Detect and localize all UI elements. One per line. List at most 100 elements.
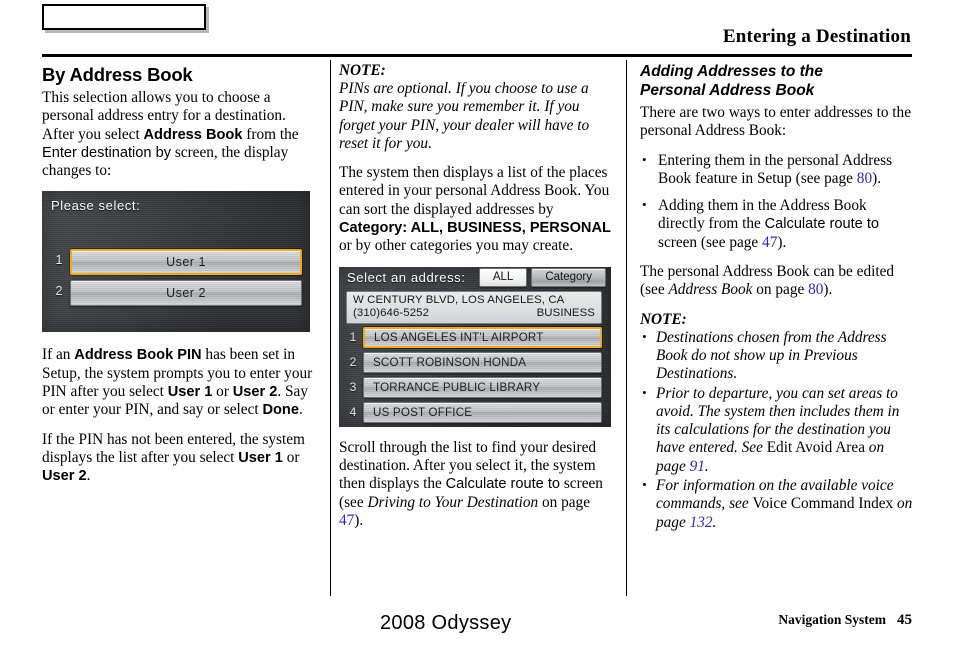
column-left: By Address Book This selection allows yo… [42,62,314,497]
note-body-pins-optional: PINs are optional. If you choose to use … [339,80,590,152]
text-run: If an [42,346,75,364]
address-row-4[interactable]: 4 US POST OFFICE [346,401,602,423]
nav-screen-title: Please select: [51,198,141,214]
ui-term-address-book: Address Book [143,126,243,143]
ui-term-user-1: User 1 [167,384,213,401]
list-item: Prior to departure, you can set areas to… [640,384,914,476]
filter-all-button[interactable]: ALL [478,268,528,288]
user-1-label: User 1 [166,255,206,270]
paragraph-pin-set: If an Address Book PIN has been set in S… [42,346,314,419]
ui-term-user-1: User 1 [238,449,283,466]
row-number: 1 [55,253,63,268]
page-reference-91[interactable]: 91 [690,458,705,475]
user-row-1[interactable]: 1 User 1 [50,249,302,276]
text-run: . [704,457,709,475]
user-1-button[interactable]: User 1 [70,249,302,276]
text-run: or by other categories you may create. [339,237,574,255]
address-item-label: LOS ANGELES INT'L AIRPORT [374,330,544,344]
reference-address-book: Address Book [668,281,753,299]
list-item: Entering them in the personal Address Bo… [640,151,914,189]
row-number: 2 [55,284,63,299]
text-run: ). [777,233,787,251]
column-middle: NOTE: PINs are optional. If you choose t… [339,62,613,541]
address-detail-street: W CENTURY BLVD, LOS ANGELES, CA [353,293,565,306]
text-run: The system then displays a list of the p… [339,164,610,218]
address-item-button[interactable]: SCOTT ROBINSON HONDA [363,351,602,373]
ui-term-enter-destination-by: Enter destination by [42,144,171,161]
footer-page-number: 45 [897,612,912,628]
nav-screenshot-address-list: Select an address: ALL Category W CENTUR… [339,266,611,427]
page-reference-80[interactable]: 80 [857,170,872,187]
address-detail-phone: (310)646-5252 [353,306,430,319]
ui-term-calculate-route-to: Calculate route to [764,216,880,233]
chapter-tab-box [42,4,206,30]
ui-term-address-book-pin: Address Book PIN [74,347,202,364]
nav-screenshot-user-select: Please select: 1 User 1 2 User 2 [42,191,310,333]
address-item-button[interactable]: TORRANCE PUBLIC LIBRARY [363,376,602,398]
text-run: ). [823,281,833,299]
paragraph-address-book-editable: The personal Address Book can be edited … [640,263,914,300]
user-row-2[interactable]: 2 User 2 [50,280,302,307]
footer-system-label: Navigation System [778,612,886,627]
page-title: Entering a Destination [722,26,911,47]
address-row-3[interactable]: 3 TORRANCE PUBLIC LIBRARY [346,376,602,398]
text-run: . [712,513,717,531]
address-item-button[interactable]: LOS ANGELES INT'L AIRPORT [363,326,602,348]
paragraph-address-book-intro: This selection allows you to choose a pe… [42,89,314,180]
text-run: from the [242,125,299,143]
heading-line-2: Personal Address Book [640,82,815,99]
column-divider-2 [626,60,627,596]
address-item-label: SCOTT ROBINSON HONDA [373,355,527,369]
text-run: or [282,448,300,466]
address-item-button[interactable]: US POST OFFICE [363,401,602,423]
column-right: Adding Addresses to the Personal Address… [640,62,914,543]
page-reference-132[interactable]: 132 [690,514,713,531]
address-row-2[interactable]: 2 SCOTT ROBINSON HONDA [346,351,602,373]
ui-term-user-2: User 2 [232,384,278,401]
page-reference-47[interactable]: 47 [762,234,777,251]
footer-model-name: 2008 Odyssey [380,612,512,634]
list-item: Destinations chosen from the Address Boo… [640,328,914,384]
user-2-label: User 2 [166,286,206,301]
ui-term-done: Done [262,402,299,419]
list-item: Adding them in the Address Book directly… [640,196,914,252]
list-item: For information on the available voice c… [640,476,914,532]
list-ways-to-add: Entering them in the personal Address Bo… [640,151,914,252]
row-number: 3 [349,379,357,394]
row-number: 2 [349,354,357,369]
address-item-label: TORRANCE PUBLIC LIBRARY [373,380,541,394]
note-heading: NOTE: [640,310,687,328]
paragraph-scroll-list: Scroll through the list to find your des… [339,439,613,530]
filter-category-button[interactable]: Category [531,268,606,288]
address-detail-category: BUSINESS [536,306,595,319]
paragraph-pin-not-entered: If the PIN has not been entered, the sys… [42,431,314,486]
address-row-1[interactable]: 1 LOS ANGELES INT'L AIRPORT [346,326,602,348]
reference-voice-command-index: Voice Command Index [752,495,894,513]
heading-line-1: Adding Addresses to the [640,63,823,80]
note-heading: NOTE: [339,62,386,79]
text-run: on page [752,281,809,299]
ui-term-category-values: Category: ALL, BUSINESS, PERSONAL [339,220,611,237]
text-run: . [86,467,91,485]
ui-term-user-2: User 2 [42,468,87,485]
text-run: screen (see page [658,233,763,251]
text-run: or [212,383,233,401]
text-run: on page [538,493,590,511]
row-number: 4 [349,404,357,419]
page-reference-47[interactable]: 47 [339,512,354,529]
row-number: 1 [349,329,357,344]
footer-system-info: Navigation System 45 [778,612,912,629]
section-heading-by-address-book: By Address Book [42,64,193,85]
note-list: Destinations chosen from the Address Boo… [640,328,914,532]
text-run: ). [354,511,364,529]
column-divider-1 [330,60,331,596]
header-divider [42,54,912,57]
paragraph-address-list-sorting: The system then displays a list of the p… [339,164,613,255]
user-2-button[interactable]: User 2 [70,280,302,307]
text-run: . [298,401,303,419]
nav-screen-title: Select an address: [347,270,466,286]
section-heading-adding-addresses: Adding Addresses to the Personal Address… [640,62,914,100]
paragraph-two-ways: There are two ways to enter addresses to… [640,104,911,140]
page-reference-80[interactable]: 80 [808,281,823,298]
reference-driving-to-your-destination: Driving to Your Destination [367,493,539,511]
